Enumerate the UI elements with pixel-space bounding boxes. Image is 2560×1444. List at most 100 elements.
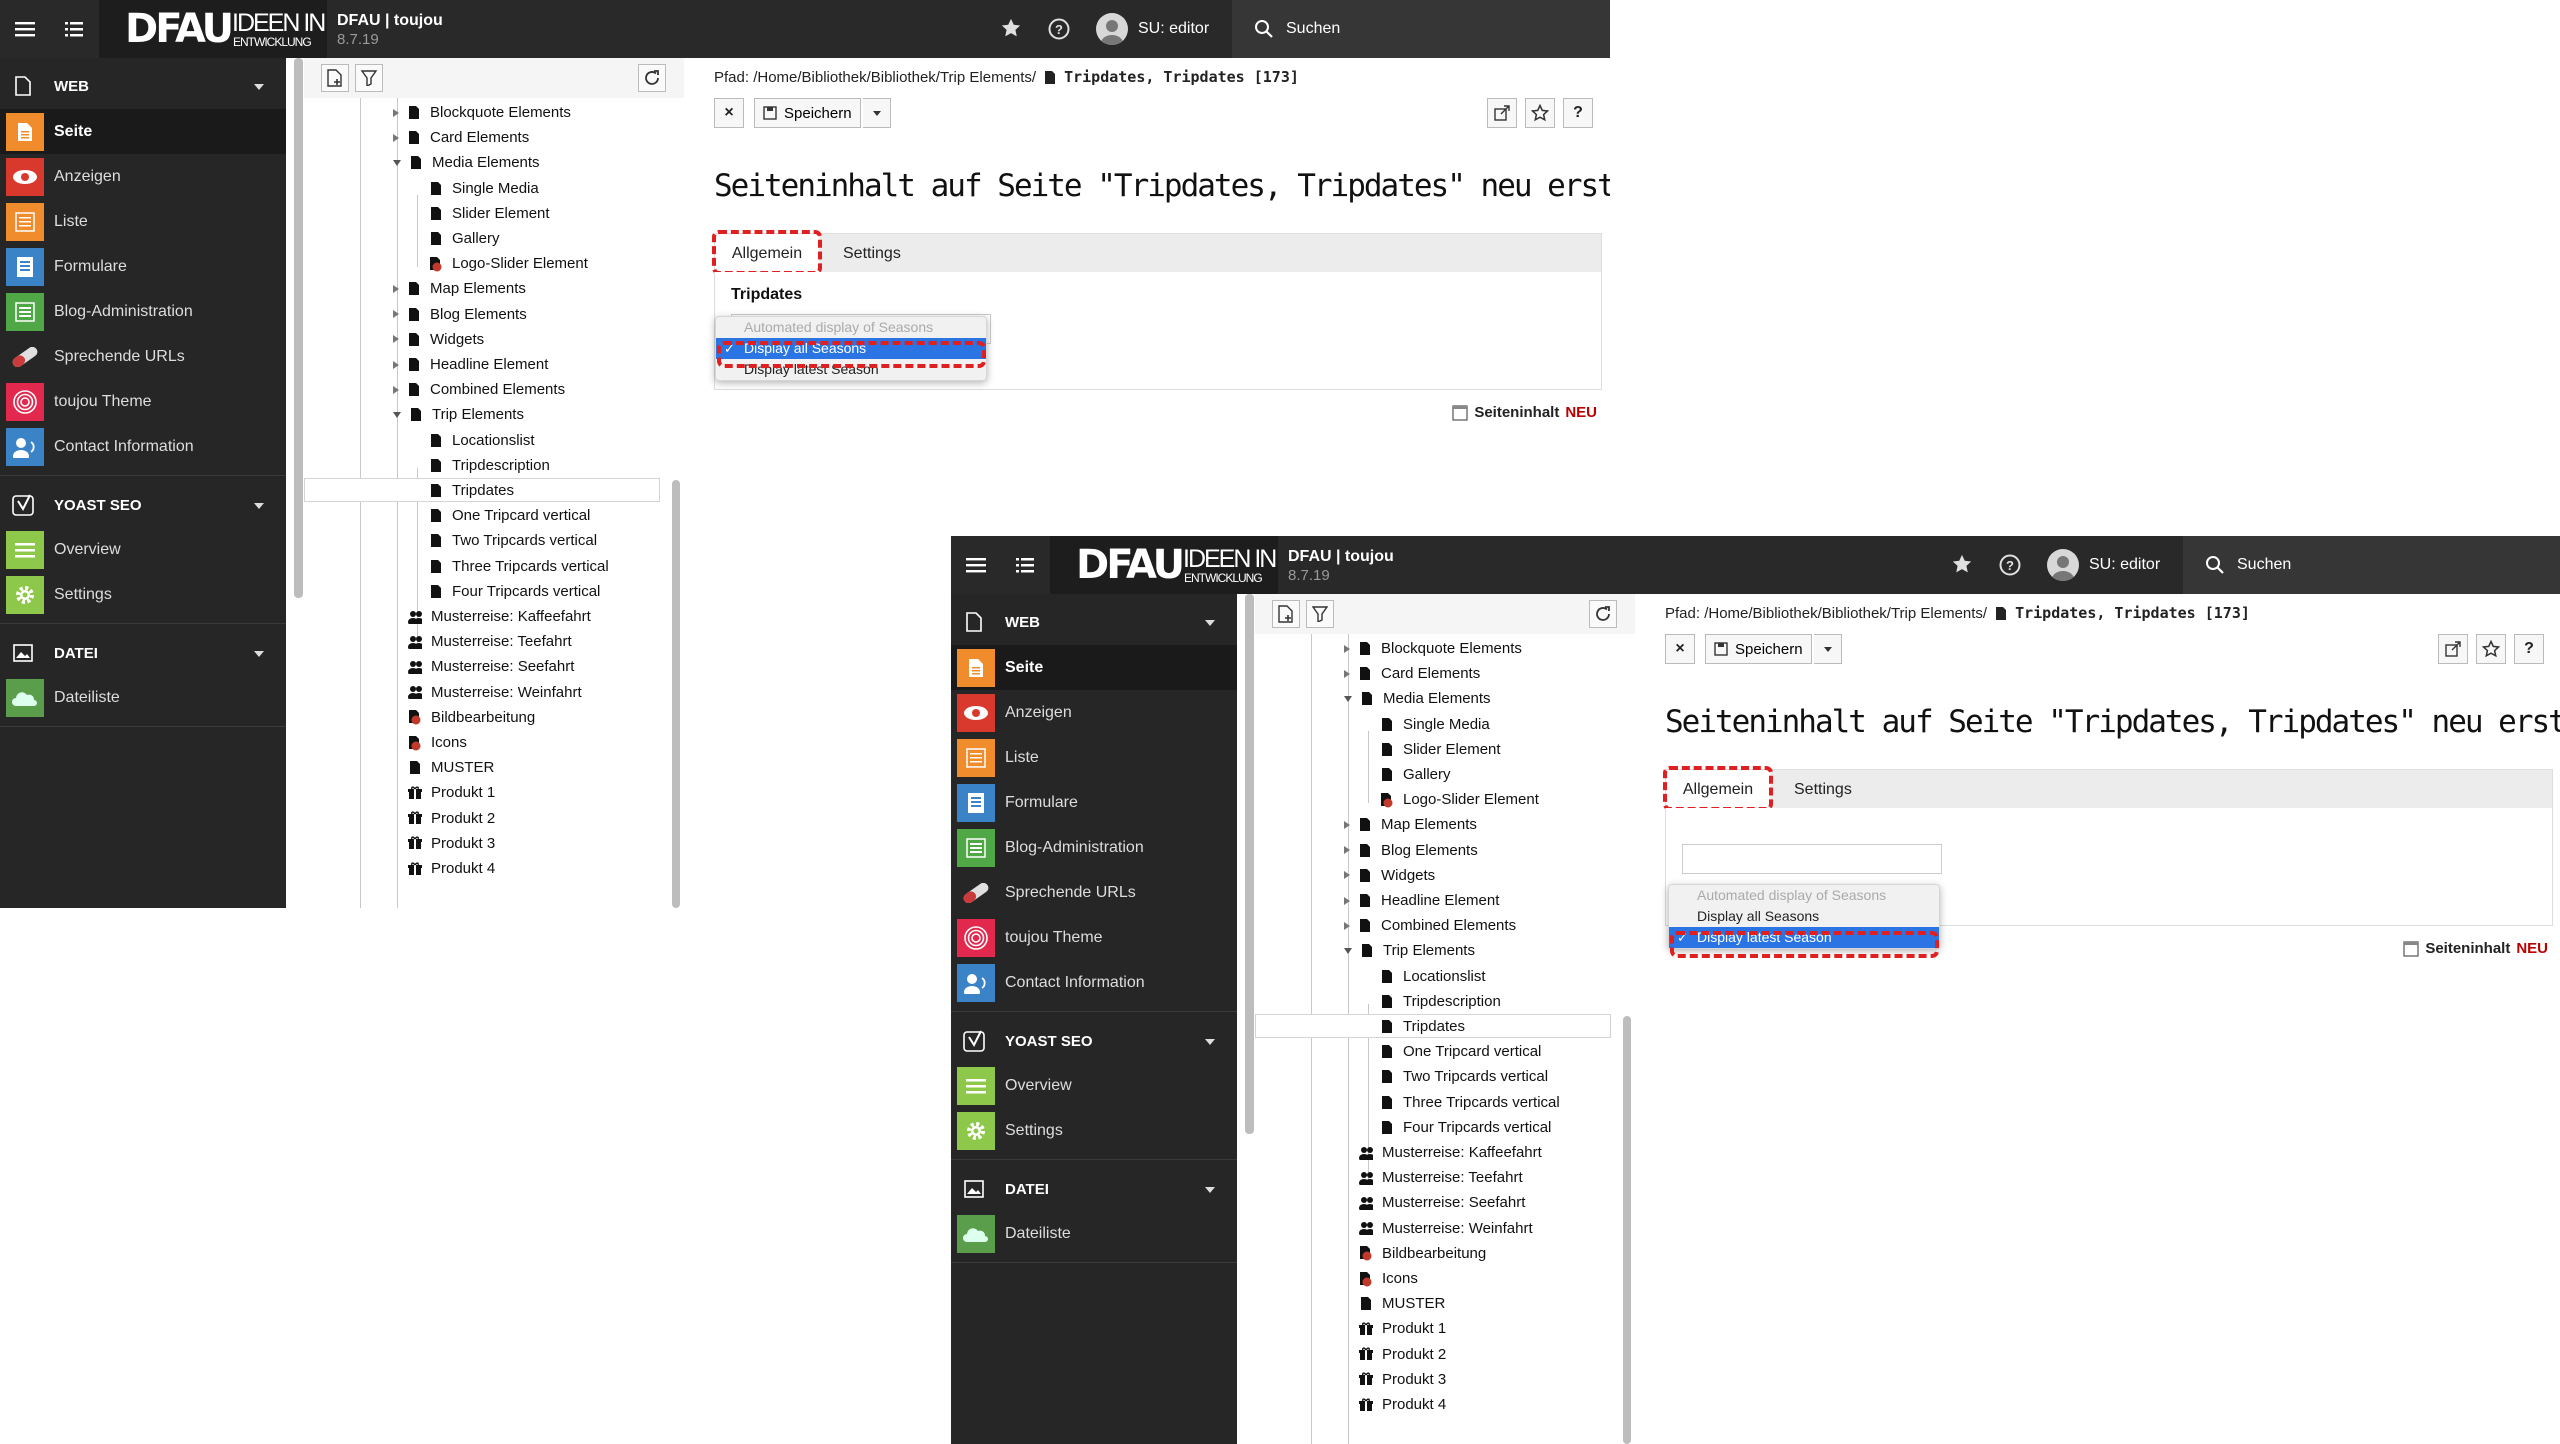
expand-open-icon[interactable]	[1344, 695, 1352, 702]
group-yoast-seo[interactable]: YOAST SEO	[0, 483, 286, 527]
tree-node[interactable]: Bildbearbeitung	[1359, 1241, 1486, 1266]
module-blog-administration[interactable]: Blog-Administration	[0, 289, 286, 334]
group-yoast-seo[interactable]: YOAST SEO	[951, 1019, 1237, 1063]
expand-closed-icon[interactable]	[1344, 820, 1350, 829]
close-button[interactable]: ×	[714, 98, 744, 128]
tree-scrollbar[interactable]	[672, 480, 680, 908]
tree-node[interactable]: Musterreise: Seefahrt	[408, 654, 574, 679]
tree-node[interactable]: Map Elements	[1344, 812, 1477, 837]
tree-node[interactable]: Widgets	[1344, 863, 1435, 888]
bookmark-star-icon[interactable]	[1000, 17, 1022, 44]
expand-closed-icon[interactable]	[1344, 846, 1350, 855]
expand-closed-icon[interactable]	[393, 284, 399, 293]
group-web[interactable]: WEB	[0, 64, 286, 108]
expand-closed-icon[interactable]	[393, 108, 399, 117]
tree-node[interactable]: Three Tripcards vertical	[1380, 1090, 1560, 1115]
module-toujou-theme[interactable]: toujou Theme	[0, 379, 286, 424]
expand-closed-icon[interactable]	[393, 133, 399, 142]
tree-node[interactable]: Map Elements	[393, 276, 526, 301]
filter-button[interactable]	[1306, 600, 1334, 628]
module-anzeigen[interactable]: Anzeigen	[951, 690, 1237, 735]
module-dateiliste[interactable]: Dateiliste	[951, 1211, 1237, 1256]
tree-node[interactable]: Headline Element	[1344, 888, 1499, 913]
refresh-button[interactable]	[638, 64, 666, 92]
tree-node[interactable]: Produkt 4	[1359, 1392, 1446, 1417]
help-button[interactable]: ?	[2514, 634, 2544, 664]
tree-node[interactable]: Produkt 3	[408, 831, 495, 856]
tree-node[interactable]: Icons	[408, 730, 467, 755]
tree-node[interactable]: Slider Element	[429, 201, 550, 226]
module-contact-information[interactable]: Contact Information	[951, 960, 1237, 1005]
module-settings[interactable]: Settings	[0, 572, 286, 617]
group-datei[interactable]: DATEI	[0, 631, 286, 675]
tree-node[interactable]: Four Tripcards vertical	[1380, 1115, 1551, 1140]
open-new-window-button[interactable]	[1487, 98, 1517, 128]
expand-closed-icon[interactable]	[1344, 896, 1350, 905]
tree-node[interactable]: Slider Element	[1380, 737, 1501, 762]
tree-node[interactable]: Produkt 4	[408, 856, 495, 881]
expand-closed-icon[interactable]	[1344, 644, 1350, 653]
tree-node[interactable]: Musterreise: Kaffeefahrt	[1359, 1140, 1542, 1165]
tree-node[interactable]: Media Elements	[393, 150, 540, 175]
tree-node[interactable]: Bildbearbeitung	[408, 705, 535, 730]
module-seite[interactable]: Seite	[0, 109, 286, 154]
tree-node[interactable]: Card Elements	[1344, 661, 1480, 686]
tree-scrollbar[interactable]	[1623, 1016, 1631, 1444]
tree-node[interactable]: Widgets	[393, 327, 484, 352]
module-blog-administration[interactable]: Blog-Administration	[951, 825, 1237, 870]
group-datei[interactable]: DATEI	[951, 1167, 1237, 1211]
tree-node[interactable]: Gallery	[1380, 762, 1451, 787]
expand-open-icon[interactable]	[393, 159, 401, 166]
tree-node[interactable]: Logo-Slider Element	[1380, 787, 1539, 812]
expand-closed-icon[interactable]	[1344, 669, 1350, 678]
tree-node[interactable]: Tripdates	[429, 478, 514, 503]
expand-open-icon[interactable]	[1344, 947, 1352, 954]
expand-closed-icon[interactable]	[393, 335, 399, 344]
expand-closed-icon[interactable]	[1344, 871, 1350, 880]
tree-node[interactable]: Two Tripcards vertical	[1380, 1064, 1548, 1089]
module-formulare[interactable]: Formulare	[951, 780, 1237, 825]
module-overview[interactable]: Overview	[0, 527, 286, 572]
tree-node[interactable]: Blog Elements	[393, 302, 527, 327]
user-menu[interactable]: SU: editor	[2047, 536, 2160, 594]
tree-node[interactable]: Two Tripcards vertical	[429, 528, 597, 553]
tree-node[interactable]: Locationslist	[1380, 964, 1486, 989]
close-button[interactable]: ×	[1665, 634, 1695, 664]
new-content-link[interactable]: Seiteninhalt NEU	[1452, 404, 1597, 421]
tripdates-select[interactable]	[1682, 844, 1942, 874]
tree-node[interactable]: Media Elements	[1344, 686, 1491, 711]
tree-node[interactable]: Tripdescription	[429, 453, 550, 478]
filter-button[interactable]	[355, 64, 383, 92]
tree-node[interactable]: Headline Element	[393, 352, 548, 377]
bookmark-button[interactable]	[1525, 98, 1555, 128]
tree-node[interactable]: Trip Elements	[393, 402, 524, 427]
tree-toggle-icon[interactable]	[1000, 536, 1049, 594]
module-toujou-theme[interactable]: toujou Theme	[951, 915, 1237, 960]
module-menu-scrollbar[interactable]	[294, 58, 303, 598]
user-menu[interactable]: SU: editor	[1096, 0, 1209, 58]
tree-node[interactable]: Musterreise: Weinfahrt	[1359, 1216, 1533, 1241]
logo[interactable]: DFAU IDEEN IN ENTWICKLUNG	[99, 0, 327, 58]
expand-closed-icon[interactable]	[393, 385, 399, 394]
bookmark-button[interactable]	[2476, 634, 2506, 664]
search-button[interactable]: Suchen	[1232, 0, 1610, 58]
module-liste[interactable]: Liste	[0, 199, 286, 244]
expand-closed-icon[interactable]	[393, 360, 399, 369]
menu-toggle-icon[interactable]	[0, 0, 49, 58]
tree-node[interactable]: Produkt 1	[408, 780, 495, 805]
save-button[interactable]: Speichern	[754, 98, 861, 128]
module-formulare[interactable]: Formulare	[0, 244, 286, 289]
tree-node[interactable]: Trip Elements	[1344, 938, 1475, 963]
help-icon[interactable]: ?	[1047, 17, 1071, 46]
tree-node[interactable]: Single Media	[429, 176, 539, 201]
tree-node[interactable]: Musterreise: Weinfahrt	[408, 680, 582, 705]
tree-node[interactable]: Logo-Slider Element	[429, 251, 588, 276]
expand-closed-icon[interactable]	[393, 310, 399, 319]
module-settings[interactable]: Settings	[951, 1108, 1237, 1153]
tree-node[interactable]: MUSTER	[408, 755, 494, 780]
menu-toggle-icon[interactable]	[951, 536, 1000, 594]
logo[interactable]: DFAU IDEEN IN ENTWICKLUNG	[1050, 536, 1278, 594]
new-content-link[interactable]: Seiteninhalt NEU	[2403, 940, 2548, 957]
tree-node[interactable]: Combined Elements	[1344, 913, 1516, 938]
tree-node[interactable]: One Tripcard vertical	[429, 503, 590, 528]
